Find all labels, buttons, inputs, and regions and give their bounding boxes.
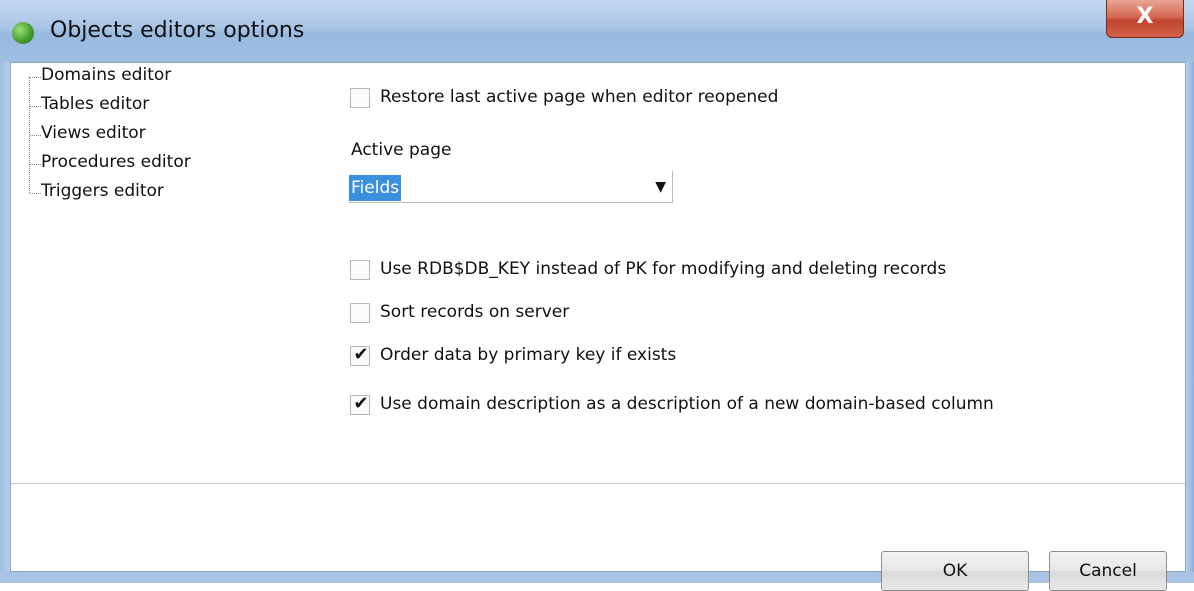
- window-frame-right: [1186, 62, 1194, 583]
- title-bar[interactable]: Objects editors options X: [0, 0, 1194, 62]
- tree-item-views-editor[interactable]: Views editor: [41, 123, 146, 143]
- chevron-down-icon[interactable]: ▼: [655, 179, 666, 195]
- restore-last-page-label: Restore last active page when editor reo…: [380, 87, 779, 107]
- checkmark-icon: ✔: [353, 344, 369, 365]
- dialog-content: Domains editor Tables editor Views edito…: [10, 62, 1186, 591]
- tree-connector: [30, 77, 41, 78]
- sort-on-server-checkbox[interactable]: [350, 303, 370, 323]
- use-rdb-key-checkbox[interactable]: [350, 260, 370, 280]
- active-page-value: Fields: [349, 175, 402, 201]
- order-by-pk-label: Order data by primary key if exists: [380, 345, 677, 365]
- app-icon: [12, 22, 34, 44]
- active-page-select[interactable]: Fields ▼: [349, 171, 673, 203]
- tree-connector: [30, 164, 41, 165]
- close-button[interactable]: X: [1106, 0, 1184, 38]
- checkmark-icon: ✔: [353, 393, 369, 414]
- active-page-label: Active page: [351, 140, 452, 160]
- restore-last-page-checkbox[interactable]: [350, 88, 370, 108]
- order-by-pk-checkbox[interactable]: ✔: [350, 344, 370, 366]
- use-domain-description-label: Use domain description as a description …: [380, 394, 994, 414]
- window-frame-left: [0, 62, 10, 583]
- tree-connector: [30, 106, 41, 107]
- tree-connector: [30, 193, 41, 194]
- window-title: Objects editors options: [50, 18, 305, 43]
- close-icon: X: [1136, 4, 1154, 29]
- options-dialog: Objects editors options X Domains editor…: [0, 0, 1194, 591]
- tree-item-triggers-editor[interactable]: Triggers editor: [41, 181, 164, 201]
- sort-on-server-label: Sort records on server: [380, 302, 570, 322]
- use-domain-description-checkbox[interactable]: ✔: [350, 393, 370, 415]
- cancel-button[interactable]: Cancel: [1049, 551, 1167, 591]
- footer-divider: [11, 483, 1185, 484]
- ok-button[interactable]: OK: [881, 551, 1029, 591]
- use-rdb-key-label: Use RDB$DB_KEY instead of PK for modifyi…: [380, 259, 947, 279]
- tree-item-domains-editor[interactable]: Domains editor: [41, 65, 171, 85]
- tree-item-procedures-editor[interactable]: Procedures editor: [41, 152, 191, 172]
- tree-item-tables-editor[interactable]: Tables editor: [41, 94, 149, 114]
- tree-connector: [30, 135, 41, 136]
